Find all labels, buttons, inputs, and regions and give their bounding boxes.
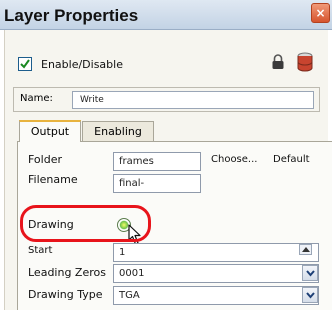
enable-row: Enable/Disable xyxy=(18,54,123,74)
database-icon[interactable] xyxy=(296,52,314,72)
start-field[interactable]: 1 xyxy=(113,243,319,262)
start-spin-up[interactable] xyxy=(299,244,312,255)
leading-zeros-dropdown-button[interactable] xyxy=(302,265,318,281)
checkmark-icon xyxy=(20,59,30,69)
drawing-label: Drawing xyxy=(28,218,74,231)
triangle-up-icon xyxy=(302,247,310,252)
enable-label: Enable/Disable xyxy=(41,57,123,71)
name-field[interactable]: Write xyxy=(72,91,314,109)
layer-properties-window: Layer Properties × Enable/Disable Name: … xyxy=(0,0,332,310)
close-button[interactable]: × xyxy=(311,3,330,23)
close-icon: × xyxy=(315,6,326,20)
chevron-down-icon xyxy=(306,270,315,277)
filename-field[interactable]: final- xyxy=(113,174,201,193)
drawing-type-dropdown-button[interactable] xyxy=(302,287,318,303)
tab-enabling[interactable]: Enabling xyxy=(82,121,154,142)
default-button[interactable]: Default xyxy=(273,154,310,165)
folder-label: Folder xyxy=(28,153,62,166)
choose-button[interactable]: Choose... xyxy=(211,154,257,165)
folder-field[interactable]: frames xyxy=(113,152,201,171)
enable-checkbox[interactable] xyxy=(18,57,32,71)
name-label: Name: xyxy=(20,93,53,104)
window-title: Layer Properties xyxy=(4,6,139,25)
leading-zeros-select[interactable]: 0001 xyxy=(113,264,319,283)
leading-zeros-value: 0001 xyxy=(119,268,145,279)
start-label: Start xyxy=(28,245,53,256)
drawing-type-label: Drawing Type xyxy=(28,288,103,301)
chevron-down-icon xyxy=(306,292,315,299)
leading-zeros-label: Leading Zeros xyxy=(28,266,106,279)
drawing-type-value: TGA xyxy=(119,290,140,301)
name-group: Name: Write xyxy=(13,87,320,112)
title-bar[interactable]: Layer Properties × xyxy=(0,0,332,30)
lock-icon[interactable] xyxy=(271,54,285,70)
filename-label: Filename xyxy=(28,173,78,186)
tab-output[interactable]: Output xyxy=(19,120,81,142)
drawing-type-select[interactable]: TGA xyxy=(113,286,319,305)
start-value: 1 xyxy=(119,247,126,258)
